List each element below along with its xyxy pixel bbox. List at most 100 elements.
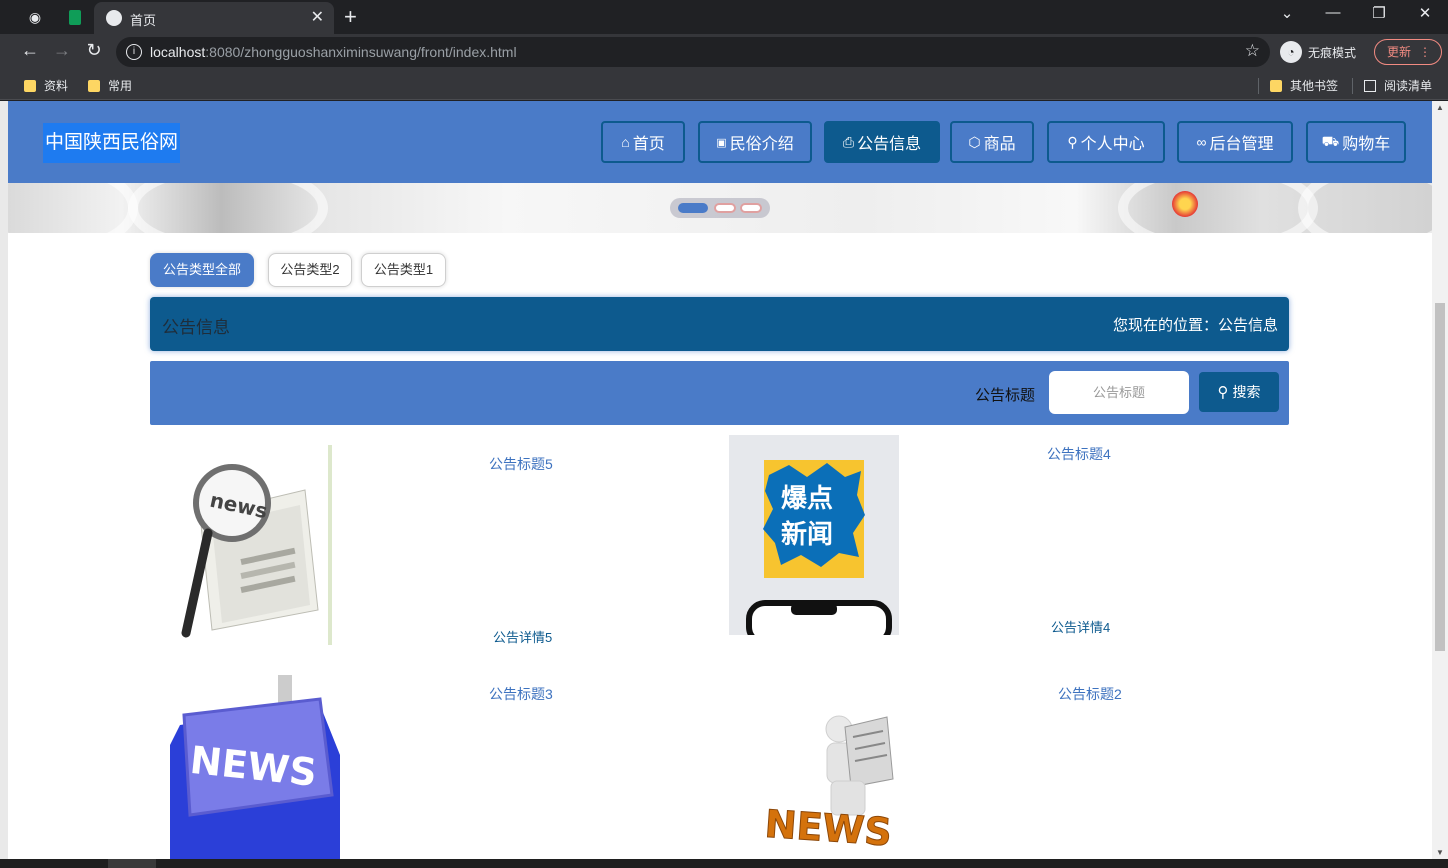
- carousel-indicators: [670, 198, 770, 218]
- nav-label: 商品: [983, 136, 1016, 153]
- home-icon: ⌂: [621, 134, 630, 150]
- nav-cart[interactable]: ⛟ 购物车: [1306, 121, 1406, 163]
- folder-icon: [88, 79, 100, 92]
- chevron-down-icon[interactable]: ⌄: [1272, 4, 1302, 22]
- bookmark-label: 资料: [44, 79, 69, 93]
- nav-products[interactable]: ⬡ 商品: [950, 121, 1034, 163]
- notice-image-4[interactable]: 爆点 新闻: [729, 435, 899, 635]
- star-icon[interactable]: ☆: [1245, 41, 1260, 61]
- cart-icon: ⛟: [1321, 132, 1340, 149]
- page-scrollbar[interactable]: ▲ ▼: [1432, 101, 1448, 859]
- reading-list[interactable]: 阅读清单: [1364, 77, 1432, 94]
- banner-coin-image: [1172, 191, 1198, 217]
- search-bar: 公告标题 ⚲ 搜索: [150, 361, 1289, 425]
- nav-announcements[interactable]: ⎙ 公告信息: [824, 121, 940, 163]
- printer-icon: ⎙: [842, 133, 855, 150]
- carousel-dot[interactable]: [714, 203, 736, 213]
- restore-icon[interactable]: ❐: [1364, 4, 1394, 22]
- site-logo[interactable]: 中国陕西民俗网: [43, 123, 181, 163]
- search-input[interactable]: [1049, 371, 1189, 414]
- url-text: localhost:8080/zhongguoshanximinsuwang/f…: [150, 44, 517, 60]
- window-close-icon[interactable]: ✕: [1410, 4, 1440, 22]
- new-tab-icon[interactable]: +: [344, 4, 357, 30]
- scroll-thumb[interactable]: [1435, 303, 1445, 651]
- browser-tabstrip: ◉ 首页 ✕ + ⌄ — ❐ ✕: [0, 0, 1448, 34]
- other-bookmarks[interactable]: 其他书签: [1270, 77, 1338, 94]
- os-taskbar: [0, 859, 1448, 868]
- update-label: 更新: [1387, 45, 1412, 59]
- filter-type-2[interactable]: 公告类型2: [268, 253, 352, 287]
- taskbar-app[interactable]: [108, 859, 156, 868]
- globe-icon: [106, 10, 122, 26]
- notice-image-2[interactable]: NEWS: [747, 675, 917, 859]
- box-icon: ⬡: [968, 133, 981, 150]
- incognito-label: 无痕模式: [1308, 45, 1357, 60]
- bookmark-label: 阅读清单: [1384, 79, 1433, 93]
- nav-folk-intro[interactable]: ▣ 民俗介绍: [698, 121, 812, 163]
- nav-label: 民俗介绍: [729, 136, 794, 153]
- news-magnifier-image: news: [170, 445, 340, 645]
- folder-icon: [1270, 79, 1282, 92]
- gift-icon: ▣: [716, 136, 727, 149]
- back-icon[interactable]: ←: [18, 40, 42, 61]
- nav-label: 后台管理: [1209, 136, 1274, 153]
- notice-image-5[interactable]: news: [170, 445, 340, 645]
- user-icon: ⚲: [1067, 133, 1078, 150]
- notice-title[interactable]: 公告标题3: [489, 684, 553, 704]
- image-caption-bottom: 新闻: [781, 519, 833, 550]
- tab-title: 首页: [130, 13, 157, 28]
- active-tab[interactable]: 首页 ✕: [94, 2, 334, 34]
- section-title: 公告信息: [162, 318, 230, 337]
- reload-icon[interactable]: ↻: [82, 40, 106, 61]
- notice-detail[interactable]: 公告详情5: [493, 627, 552, 646]
- notice-title[interactable]: 公告标题2: [1058, 684, 1122, 704]
- carousel-dot[interactable]: [740, 203, 762, 213]
- bookmark-folder-changyong[interactable]: 常用: [88, 77, 132, 94]
- notice-detail[interactable]: 公告详情4: [1051, 617, 1110, 636]
- info-icon[interactable]: i: [126, 44, 142, 60]
- carousel-dot[interactable]: [678, 203, 708, 213]
- update-button[interactable]: 更新 ⋮: [1374, 39, 1442, 65]
- bookmark-folder-ziliao[interactable]: 资料: [24, 77, 68, 94]
- filter-type-1[interactable]: 公告类型1: [361, 253, 446, 287]
- page-viewport: 中国陕西民俗网 ⌂ 首页 ▣ 民俗介绍 ⎙ 公告信息 ⬡ 商品 ⚲ 个人中心 ∞…: [0, 101, 1448, 859]
- search-button[interactable]: ⚲ 搜索: [1199, 372, 1279, 412]
- forward-icon[interactable]: →: [50, 40, 74, 61]
- more-icon: ⋮: [1419, 45, 1431, 59]
- news-keyboard-image: NEWS: [170, 675, 340, 859]
- page-left-edge: [0, 101, 8, 859]
- reading-list-icon: [1364, 79, 1376, 92]
- incognito-indicator[interactable]: ◔ 无痕模式: [1280, 39, 1356, 65]
- notice-image-3[interactable]: NEWS: [170, 675, 340, 859]
- nav-home[interactable]: ⌂ 首页: [601, 121, 685, 163]
- scroll-down-icon[interactable]: ▼: [1436, 848, 1444, 857]
- nav-label: 购物车: [1342, 136, 1391, 153]
- nav-admin[interactable]: ∞ 后台管理: [1177, 121, 1293, 163]
- nav-personal-center[interactable]: ⚲ 个人中心: [1047, 121, 1165, 163]
- breaking-news-phone-image: 爆点 新闻: [729, 435, 899, 635]
- folder-icon: [24, 79, 36, 92]
- bookmark-label: 其他书签: [1290, 79, 1339, 93]
- breadcrumb: 您现在的位置：公告信息: [1112, 317, 1278, 334]
- search-icon: ⚲: [1217, 384, 1229, 401]
- browser-toolbar: ← → ↻ i localhost:8080/zhongguoshanximin…: [0, 34, 1448, 70]
- carousel-banner[interactable]: [8, 183, 1432, 233]
- notice-title[interactable]: 公告标题4: [1047, 444, 1111, 464]
- bookmark-divider: [1352, 78, 1353, 94]
- scroll-up-icon[interactable]: ▲: [1436, 103, 1444, 112]
- globe-icon[interactable]: ◉: [22, 6, 48, 28]
- close-icon[interactable]: ✕: [311, 7, 324, 27]
- banner-decoration: [8, 183, 138, 233]
- bookmark-label: 常用: [108, 79, 133, 93]
- search-button-label: 搜索: [1232, 384, 1261, 400]
- bookmarks-bar: 资料 常用 其他书签 阅读清单: [0, 70, 1448, 100]
- bookmark-divider: [1258, 78, 1259, 94]
- filter-all[interactable]: 公告类型全部: [150, 253, 254, 287]
- banner-decoration: [1298, 183, 1432, 233]
- address-bar[interactable]: i localhost:8080/zhongguoshanximinsuwang…: [116, 37, 1270, 67]
- sheets-tab-icon[interactable]: [62, 6, 88, 28]
- minimize-icon[interactable]: —: [1318, 4, 1348, 21]
- notice-title[interactable]: 公告标题5: [489, 454, 553, 474]
- link-icon: ∞: [1196, 134, 1207, 150]
- man-reading-news-image: NEWS: [747, 675, 917, 859]
